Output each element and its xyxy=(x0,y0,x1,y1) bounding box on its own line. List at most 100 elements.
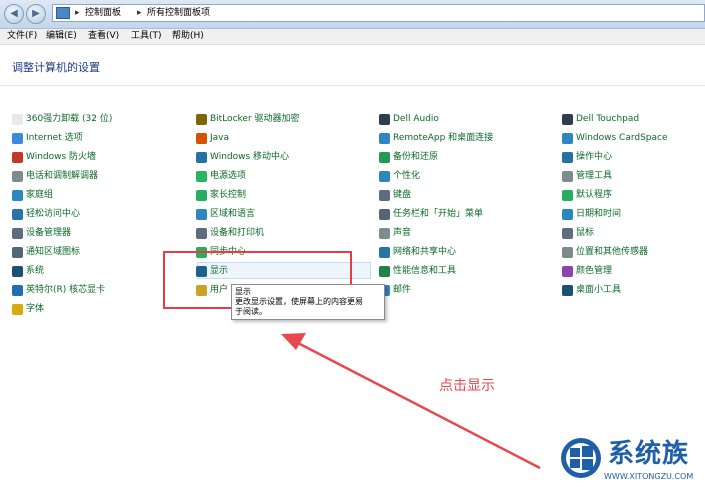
item-label: 家庭组 xyxy=(26,189,54,200)
control-panel-item[interactable]: 家长控制 xyxy=(196,187,246,203)
item-label: 颜色管理 xyxy=(576,265,613,276)
item-label: 系统 xyxy=(26,265,45,276)
annotation-text: 点击显示 xyxy=(439,378,495,394)
control-panel-item[interactable]: Windows CardSpace xyxy=(562,130,668,146)
menu-edit[interactable]: 编辑(E) xyxy=(46,31,77,42)
control-panel-item[interactable]: RemoteApp 和桌面连接 xyxy=(379,130,493,146)
control-panel-item[interactable]: 设备和打印机 xyxy=(196,225,264,241)
breadcrumb-all-items[interactable]: 所有控制面板项 xyxy=(147,7,210,19)
control-panel-item[interactable]: 轻松访问中心 xyxy=(12,206,80,222)
item-label: 网络和共享中心 xyxy=(393,246,457,257)
divider xyxy=(0,85,705,86)
item-icon xyxy=(379,265,390,277)
item-label: 邮件 xyxy=(393,284,412,295)
address-bar[interactable]: ▸ 控制面板 ▸ 所有控制面板项 xyxy=(52,4,705,22)
item-icon xyxy=(12,246,23,258)
item-label: 轻松访问中心 xyxy=(26,208,81,219)
item-icon xyxy=(379,227,390,239)
item-icon xyxy=(379,208,390,220)
item-label: Internet 选项 xyxy=(26,132,83,143)
item-label: 任务栏和「开始」菜单 xyxy=(393,208,484,219)
breadcrumb-control-panel[interactable]: 控制面板 xyxy=(85,7,121,19)
item-icon xyxy=(379,113,390,125)
item-label: RemoteApp 和桌面连接 xyxy=(393,132,494,143)
control-panel-item[interactable]: Dell Touchpad xyxy=(562,111,639,127)
control-panel-item[interactable]: 字体 xyxy=(12,301,44,317)
control-panel-item[interactable]: 位置和其他传感器 xyxy=(562,244,648,260)
item-icon xyxy=(379,132,390,144)
control-panel-item[interactable]: Internet 选项 xyxy=(12,130,83,146)
forward-button[interactable]: ▶ xyxy=(26,4,46,24)
menu-tools[interactable]: 工具(T) xyxy=(131,31,162,42)
item-icon xyxy=(379,246,390,258)
item-label: 字体 xyxy=(26,303,45,314)
item-label: BitLocker 驱动器加密 xyxy=(210,113,300,124)
control-panel-item[interactable]: Dell Audio xyxy=(379,111,439,127)
control-panel-item[interactable]: 通知区域图标 xyxy=(12,244,80,260)
item-icon xyxy=(562,189,573,201)
control-panel-item[interactable]: 个性化 xyxy=(379,168,420,184)
control-panel-item[interactable]: 默认程序 xyxy=(562,187,612,203)
back-button[interactable]: ◀ xyxy=(4,4,24,24)
item-icon xyxy=(562,284,573,296)
control-panel-item[interactable]: 360强力卸载 (32 位) xyxy=(12,111,112,127)
item-label: Dell Touchpad xyxy=(576,113,640,124)
control-panel-icon xyxy=(56,7,70,19)
windows-logo-icon xyxy=(561,438,601,478)
item-icon xyxy=(379,170,390,182)
menu-bar: 文件(F) 编辑(E) 查看(V) 工具(T) 帮助(H) xyxy=(0,29,705,45)
item-label: 位置和其他传感器 xyxy=(576,246,649,257)
item-icon xyxy=(12,265,23,277)
control-panel-item[interactable]: Windows 移动中心 xyxy=(196,149,289,165)
control-panel-item[interactable]: 桌面小工具 xyxy=(562,282,621,298)
control-panel-item[interactable]: 家庭组 xyxy=(12,187,53,203)
control-panel-item[interactable]: BitLocker 驱动器加密 xyxy=(196,111,300,127)
control-panel-item[interactable]: 系统 xyxy=(12,263,44,279)
tooltip: 显示 更改显示设置，使屏幕上的内容更易 于阅读。 xyxy=(231,284,385,320)
item-label: 设备管理器 xyxy=(26,227,72,238)
control-panel-item[interactable]: 电话和调制解调器 xyxy=(12,168,98,184)
item-icon xyxy=(12,170,23,182)
tooltip-title: 显示 xyxy=(235,287,251,296)
menu-file[interactable]: 文件(F) xyxy=(7,31,37,42)
item-label: 默认程序 xyxy=(576,189,613,200)
control-panel-item[interactable]: 区域和语言 xyxy=(196,206,255,222)
control-panel-item[interactable]: Windows 防火墙 xyxy=(12,149,96,165)
item-icon xyxy=(12,113,23,125)
breadcrumb-separator-icon: ▸ xyxy=(137,8,142,18)
control-panel-item[interactable]: 日期和时间 xyxy=(562,206,621,222)
item-icon xyxy=(562,265,573,277)
item-label: Windows 防火墙 xyxy=(26,151,97,162)
item-label: 性能信息和工具 xyxy=(393,265,457,276)
item-label: 区域和语言 xyxy=(210,208,256,219)
item-label: 声音 xyxy=(393,227,412,238)
control-panel-item[interactable]: 声音 xyxy=(379,225,411,241)
control-panel-item[interactable]: Java xyxy=(196,130,229,146)
menu-help[interactable]: 帮助(H) xyxy=(172,31,204,42)
control-panel-item[interactable]: 设备管理器 xyxy=(12,225,71,241)
control-panel-item[interactable]: 任务栏和「开始」菜单 xyxy=(379,206,483,222)
watermark-url: WWW.XITONGZU.COM xyxy=(604,472,694,481)
menu-view[interactable]: 查看(V) xyxy=(88,31,119,42)
control-panel-item[interactable]: 键盘 xyxy=(379,187,411,203)
item-icon xyxy=(196,151,207,163)
control-panel-item[interactable]: 性能信息和工具 xyxy=(379,263,456,279)
item-label: 管理工具 xyxy=(576,170,613,181)
control-panel-item[interactable]: 备份和还原 xyxy=(379,149,438,165)
control-panel-item[interactable]: 电源选项 xyxy=(196,168,246,184)
control-panel-item[interactable]: 管理工具 xyxy=(562,168,612,184)
control-panel-item[interactable]: 颜色管理 xyxy=(562,263,612,279)
forward-arrow-icon: ▶ xyxy=(32,8,40,19)
item-icon xyxy=(196,189,207,201)
breadcrumb-separator-icon: ▸ xyxy=(75,8,80,18)
control-panel-item[interactable]: 英特尔(R) 核芯显卡 xyxy=(12,282,105,298)
control-panel-item[interactable]: 操作中心 xyxy=(562,149,612,165)
item-label: 桌面小工具 xyxy=(576,284,622,295)
control-panel-item[interactable]: 鼠标 xyxy=(562,225,594,241)
item-label: 英特尔(R) 核芯显卡 xyxy=(26,284,106,295)
item-label: Windows 移动中心 xyxy=(210,151,290,162)
control-panel-item[interactable]: 网络和共享中心 xyxy=(379,244,456,260)
item-icon xyxy=(12,284,23,296)
item-label: 键盘 xyxy=(393,189,412,200)
item-label: 备份和还原 xyxy=(393,151,439,162)
